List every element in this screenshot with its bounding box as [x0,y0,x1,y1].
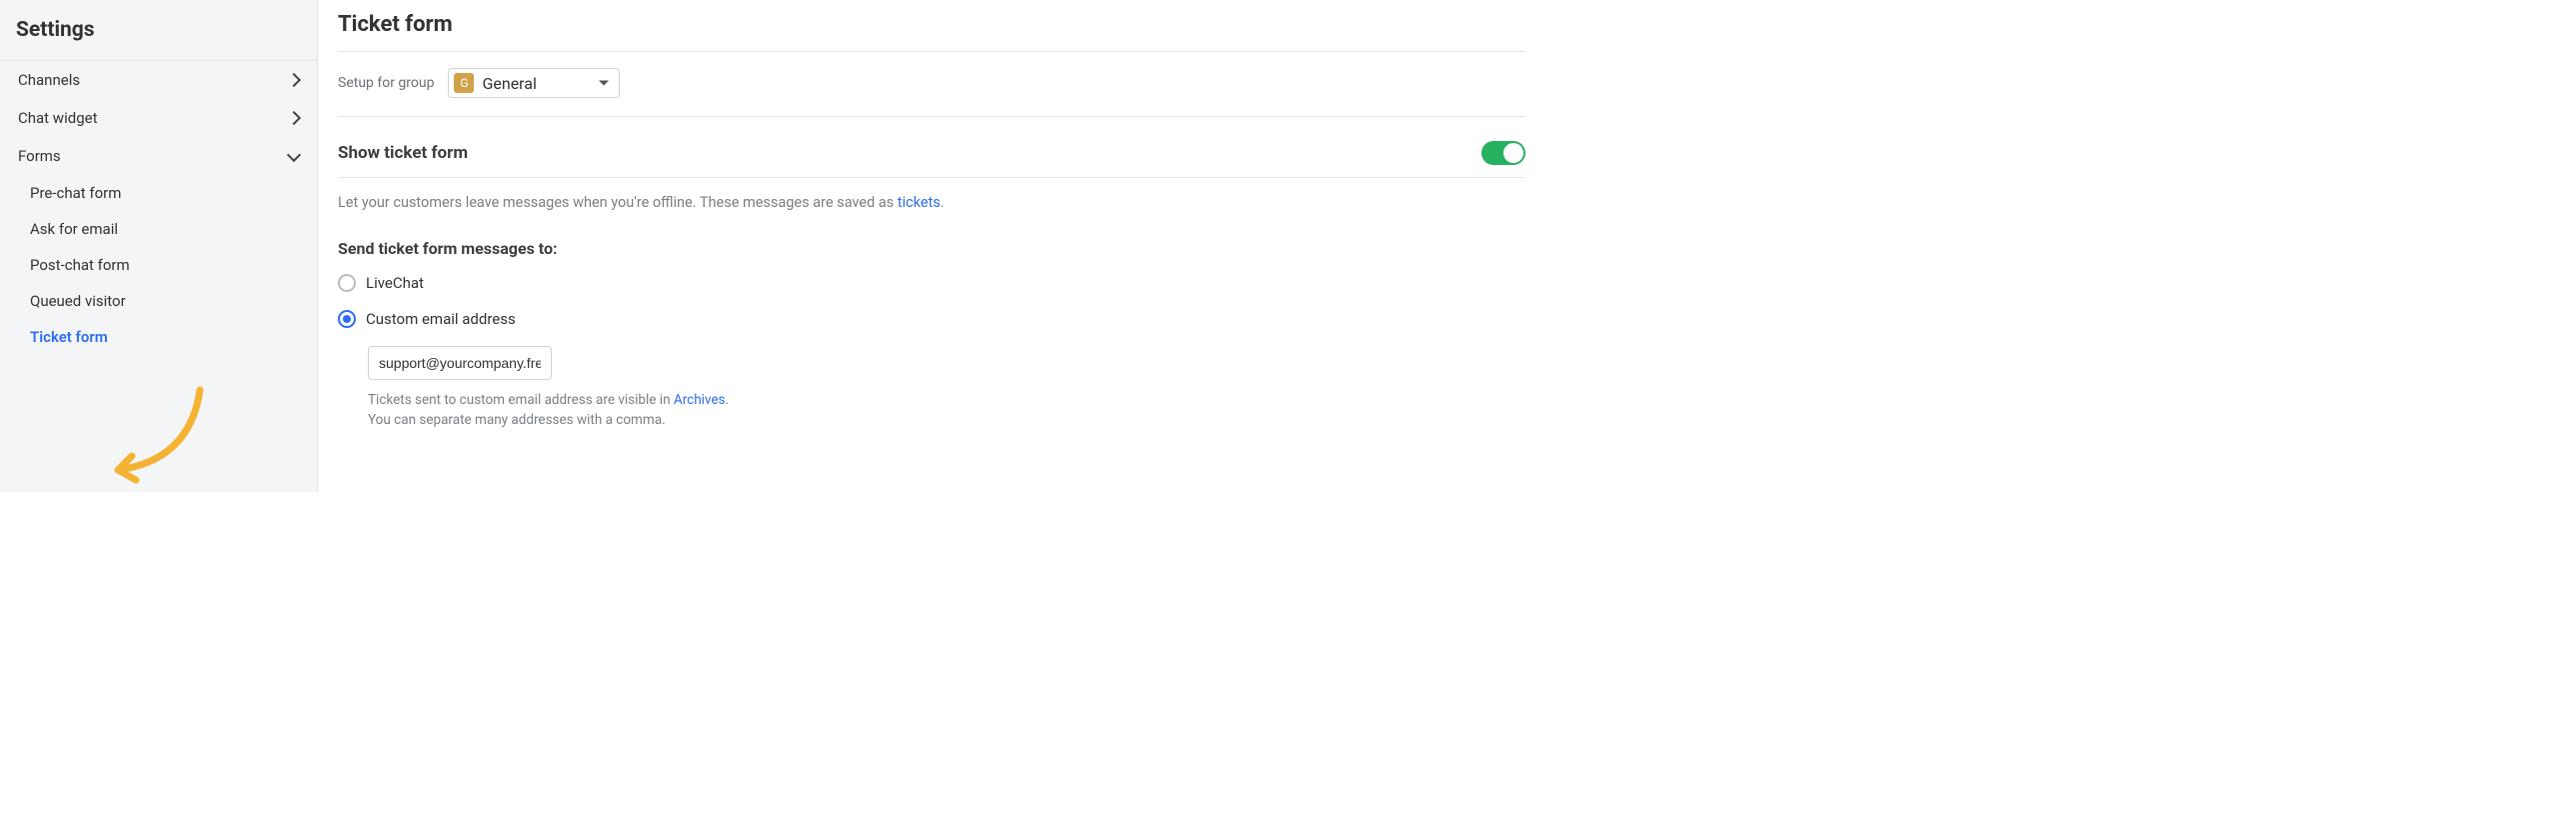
chevron-down-icon [287,147,301,161]
radio-icon [338,274,356,292]
group-badge: G [454,73,474,93]
sidebar-item-forms[interactable]: Forms [0,137,317,175]
hint-suffix: . [726,392,730,408]
radio-livechat[interactable]: LiveChat [338,274,1525,292]
sidebar-sub-post-chat-form[interactable]: Post-chat form [0,247,317,283]
caret-down-icon [599,81,609,86]
sidebar-title: Settings [0,10,317,61]
send-messages-title: Send ticket form messages to: [338,239,1525,258]
sidebar-sub-pre-chat-form[interactable]: Pre-chat form [0,175,317,211]
sidebar-item-label: Chat widget [18,109,97,127]
sidebar-item-chat-widget[interactable]: Chat widget [0,99,317,137]
radio-custom-email[interactable]: Custom email address [338,310,1525,328]
custom-email-input[interactable] [368,346,552,380]
group-value: General [482,74,536,93]
radio-label: LiveChat [366,274,424,292]
help-prefix: Let your customers leave messages when y… [338,194,898,211]
setup-group-label: Setup for group [338,75,434,91]
chevron-right-icon [287,111,301,125]
hint-prefix: Tickets sent to custom email address are… [368,392,674,408]
hint-line2: You can separate many addresses with a c… [368,412,666,428]
main-panel: Ticket form Setup for group G General Sh… [318,0,1545,492]
setup-group-row: Setup for group G General [338,51,1525,117]
radio-label: Custom email address [366,310,516,328]
archives-link[interactable]: Archives [674,392,726,408]
settings-sidebar: Settings Channels Chat widget Forms Pre-… [0,0,318,492]
annotation-arrow-icon [100,380,220,490]
show-ticket-form-help: Let your customers leave messages when y… [338,178,1525,239]
sidebar-item-channels[interactable]: Channels [0,61,317,99]
sidebar-item-label: Forms [18,147,61,165]
custom-email-hint: Tickets sent to custom email address are… [368,390,1525,431]
show-ticket-form-toggle[interactable] [1481,141,1525,165]
group-select[interactable]: G General [448,68,620,98]
sidebar-sub-ask-for-email[interactable]: Ask for email [0,211,317,247]
chevron-right-icon [287,73,301,87]
show-ticket-form-title: Show ticket form [338,143,468,163]
radio-icon [338,310,356,328]
sidebar-sub-ticket-form[interactable]: Ticket form [0,319,317,355]
help-suffix: . [941,194,945,211]
show-ticket-form-header: Show ticket form [338,141,1525,178]
page-title: Ticket form [338,12,1525,51]
tickets-link[interactable]: tickets [898,194,941,211]
sidebar-sub-queued-visitor[interactable]: Queued visitor [0,283,317,319]
toggle-knob [1503,143,1523,163]
sidebar-item-label: Channels [18,71,80,89]
